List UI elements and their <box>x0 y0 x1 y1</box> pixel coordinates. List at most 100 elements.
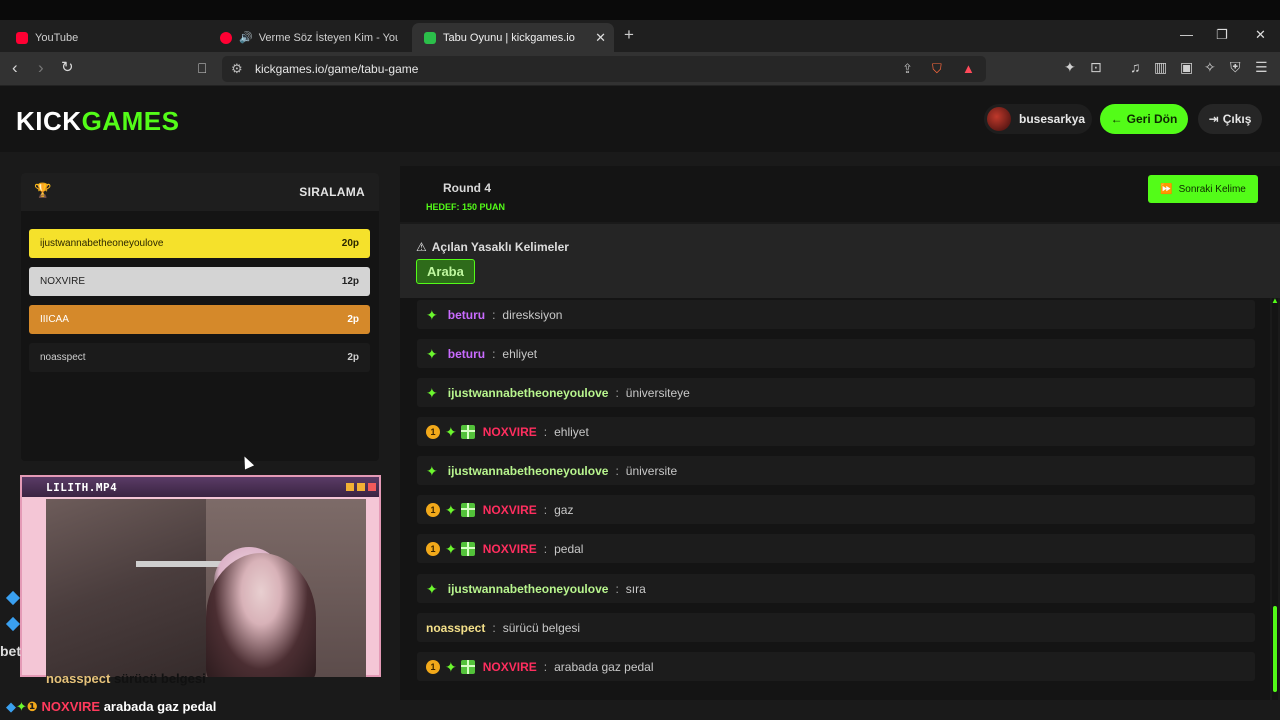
share-icon[interactable]: ⇪ <box>902 61 913 77</box>
tab-tabu-game[interactable]: Tabu Oyunu | kickgames.io ✕ <box>412 23 614 52</box>
player-score: 2p <box>347 314 359 325</box>
new-tab-icon[interactable]: + <box>624 25 634 45</box>
chat-text: sürücü belgesi <box>502 620 581 635</box>
chat-message: noasspect: sürücü belgesi <box>417 613 1255 642</box>
chat-username[interactable]: NOXVIRE <box>483 660 537 674</box>
next-word-label: Sonraki Kelime <box>1178 183 1246 195</box>
overlay-message: sürücü belgesi <box>113 671 206 686</box>
stream-chat-overlay-line: ◆✦❶ NOXVIRE arabada gaz pedal <box>6 699 216 715</box>
streamer <box>206 553 316 677</box>
scroll-up-icon[interactable]: ▲ <box>1271 296 1279 305</box>
youtube-icon <box>220 31 232 44</box>
chat-text: ehliyet <box>554 424 589 439</box>
tab-youtube[interactable]: YouTube <box>4 23 204 52</box>
overlay-username: NOXVIRE <box>41 699 101 714</box>
chat-message: 1 ✦ NOXVIRE: arabada gaz pedal <box>417 652 1255 681</box>
chat-message: 1 ✦ NOXVIRE: gaz <box>417 495 1255 524</box>
leaderboard-row: noasspect 2p <box>29 343 370 372</box>
chat-username[interactable]: beturu <box>448 308 485 322</box>
chat-username[interactable]: beturu <box>448 347 485 361</box>
menu-icon[interactable]: ☰ <box>1255 59 1268 76</box>
webcam-titlebar: LILITH.MP4 <box>22 477 379 497</box>
chat-message: ✦ ijustwannabetheoneyoulove: sıra <box>417 574 1255 603</box>
sparkle-icon: ✦ <box>426 345 438 362</box>
stream-chat-overlay-line: noasspect sürücü belgesi <box>46 671 206 686</box>
sub-badge-icon: 1 <box>426 541 440 556</box>
logout-button[interactable]: ⇥ Çıkış <box>1198 104 1262 134</box>
leaderboard-row: ijustwannabetheoneyoulove 20p <box>29 229 370 258</box>
screenshot-icon[interactable]: ⊡ <box>1090 59 1102 76</box>
overlay-username: noasspect <box>46 671 111 686</box>
chat-message: ✦ beturu: ehliyet <box>417 339 1255 368</box>
sparkle-icon: ✦ <box>445 423 457 440</box>
arrow-left-icon: ← <box>1110 112 1123 126</box>
gift-icon <box>460 424 475 439</box>
vpn-icon[interactable]: ⛨ <box>1230 59 1241 76</box>
tab-label: Tabu Oyunu | kickgames.io <box>443 31 575 44</box>
chat-username[interactable]: NOXVIRE <box>483 503 537 517</box>
logo-part-kick: KICK <box>16 106 82 136</box>
chat-username[interactable]: NOXVIRE <box>483 425 537 439</box>
url-text: kickgames.io/game/tabu-game <box>255 62 419 76</box>
reload-icon[interactable]: ↻ <box>61 59 74 77</box>
audio-icon[interactable]: 🔊 <box>239 31 253 44</box>
leaderboard-header: 🏆 SIRALAMA <box>21 173 379 211</box>
tab-youtube-video[interactable]: 🔊 Verme Söz İsteyen Kim - YouTube <box>208 23 398 52</box>
chat-message: ✦ ijustwannabetheoneyoulove: üniversiteye <box>417 378 1255 407</box>
gift-icon <box>460 659 475 674</box>
chat-scrollbar-thumb[interactable] <box>1273 606 1277 692</box>
browser-tabbar: YouTube 🔊 Verme Söz İsteyen Kim - YouTub… <box>0 20 1280 52</box>
chat-message: 1 ✦ NOXVIRE: pedal <box>417 534 1255 563</box>
sidebar-icon[interactable]: ▥ <box>1154 59 1167 76</box>
back-icon[interactable]: ‹ <box>12 59 18 77</box>
chat-username[interactable]: ijustwannabetheoneyoulove <box>448 582 609 596</box>
player-score: 20p <box>341 238 359 249</box>
back-button[interactable]: ← Geri Dön <box>1100 104 1188 134</box>
player-name: ijustwannabetheoneyoulove <box>40 238 164 249</box>
chat-username[interactable]: noasspect <box>426 621 485 635</box>
bookmark-icon[interactable]: ⎕ <box>198 59 206 77</box>
brave-shield-icon[interactable]: ⛉ <box>932 61 942 77</box>
player-name: IIICAA <box>40 314 69 325</box>
close-window-icon[interactable]: ✕ <box>1255 27 1266 43</box>
close-icon <box>368 483 376 491</box>
minimize-icon <box>346 483 354 491</box>
chat-username[interactable]: NOXVIRE <box>483 542 537 556</box>
restore-icon[interactable]: ❐ <box>1216 27 1228 43</box>
forward-icon[interactable]: › <box>38 59 44 77</box>
user-profile[interactable]: busesarkya <box>984 104 1092 134</box>
sparkle-icon: ✦ <box>445 540 457 557</box>
fast-forward-icon: ⏩ <box>1160 183 1173 195</box>
chat-text: sıra <box>625 581 646 596</box>
chat-message: 1 ✦ NOXVIRE: ehliyet <box>417 417 1255 446</box>
forbidden-word-chip: Araba <box>416 259 475 284</box>
gift-icon <box>460 502 475 517</box>
overlay-side-text: bet <box>0 643 21 659</box>
address-bar[interactable]: ⚙ kickgames.io/game/tabu-game ⇪ ⛉ ▲ <box>222 56 986 82</box>
extensions-icon[interactable]: ✦ <box>1064 59 1076 76</box>
kickgames-logo[interactable]: KICKGAMES <box>16 106 179 137</box>
brave-rewards-icon[interactable]: ▲ <box>962 61 975 76</box>
sub-badge-icon: 1 <box>426 424 440 439</box>
logo-part-games: GAMES <box>81 106 180 136</box>
minimize-icon[interactable]: — <box>1180 27 1193 42</box>
chat-text: pedal <box>554 541 584 556</box>
chat-username[interactable]: ijustwannabetheoneyoulove <box>448 386 609 400</box>
target-points: HEDEF: 150 PUAN <box>426 202 506 212</box>
close-tab-icon[interactable]: ✕ <box>595 30 606 46</box>
site-settings-icon[interactable]: ⚙ <box>231 61 243 77</box>
logout-button-label: Çıkış <box>1222 112 1252 126</box>
forbidden-title-text: Açılan Yasaklı Kelimeler <box>431 240 569 254</box>
leaderboard-row: NOXVIRE 12p <box>29 267 370 296</box>
next-word-button[interactable]: ⏩ Sonraki Kelime <box>1148 175 1258 203</box>
sub-badge-icon: ❶ <box>26 699 38 714</box>
forbidden-words-panel <box>400 224 1280 298</box>
chat-message: ✦ beturu: diresksiyon <box>417 300 1255 329</box>
music-icon[interactable]: ♫ <box>1130 59 1141 75</box>
webcam-title: LILITH.MP4 <box>46 481 118 494</box>
webcam-video <box>46 499 366 677</box>
wallet-icon[interactable]: ▣ <box>1180 59 1193 76</box>
leo-icon[interactable]: ✧ <box>1204 59 1216 76</box>
chat-username[interactable]: ijustwannabetheoneyoulove <box>448 464 609 478</box>
maximize-icon <box>357 483 365 491</box>
